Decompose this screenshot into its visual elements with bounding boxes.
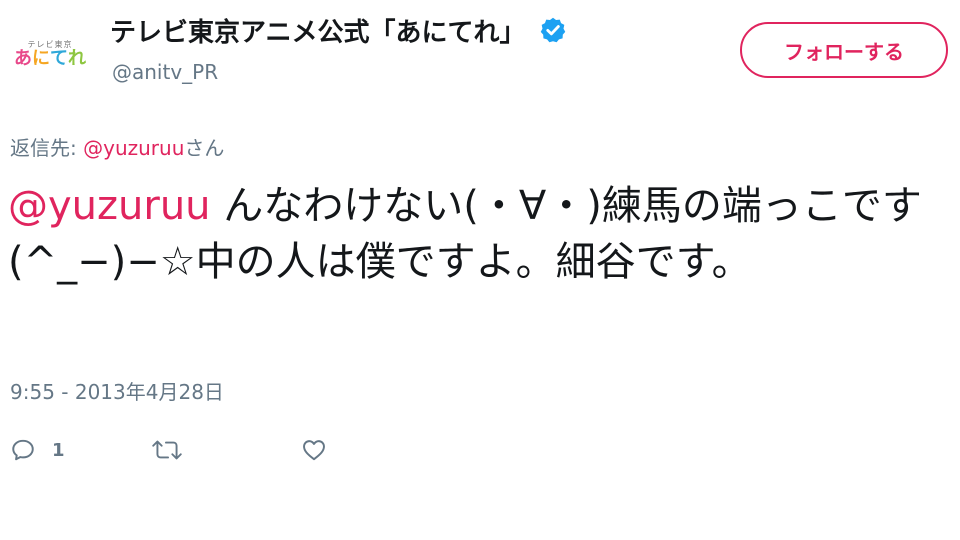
avatar-logo-char: て — [50, 47, 68, 69]
tweet-text: @yuzuruu んなわけない(・∀・)練馬の端っこです(^_−)−☆中の人は僕… — [8, 178, 953, 290]
reply-button[interactable]: 1 — [10, 437, 150, 463]
avatar-logo-char: あ — [14, 47, 32, 69]
like-button[interactable] — [300, 437, 360, 463]
retweet-icon — [150, 437, 184, 463]
like-icon — [300, 437, 328, 463]
verified-badge-icon — [539, 16, 567, 44]
tweet-mention[interactable]: @yuzuruu — [8, 183, 211, 229]
reply-to-mention[interactable]: @yuzuruu — [83, 136, 184, 160]
reply-to-prefix: 返信先: — [10, 136, 84, 160]
display-name[interactable]: テレビ東京アニメ公式「あにてれ」 — [110, 12, 525, 49]
reply-count: 1 — [52, 439, 65, 461]
display-name-row: テレビ東京アニメ公式「あにてれ」 — [110, 8, 567, 52]
tweet-timestamp[interactable]: 9:55 - 2013年4月28日 — [10, 376, 224, 405]
handle[interactable]: @anitv_PR — [112, 60, 218, 84]
retweet-button[interactable] — [150, 437, 300, 463]
avatar[interactable]: テレビ東京 あにてれ — [8, 12, 92, 96]
reply-to-suffix: さん — [184, 136, 225, 160]
tweet-card: テレビ東京 あにてれ テレビ東京アニメ公式「あにてれ」 @anitv_PR フォ… — [0, 0, 960, 540]
reply-to: 返信先: @yuzuruuさん — [10, 132, 224, 161]
follow-button[interactable]: フォローする — [740, 22, 948, 78]
avatar-logo-char: れ — [68, 47, 86, 69]
reply-icon — [10, 437, 36, 463]
tweet-actions: 1 — [10, 430, 360, 470]
avatar-logo: あにてれ — [14, 47, 86, 69]
avatar-logo-char: に — [32, 47, 50, 69]
